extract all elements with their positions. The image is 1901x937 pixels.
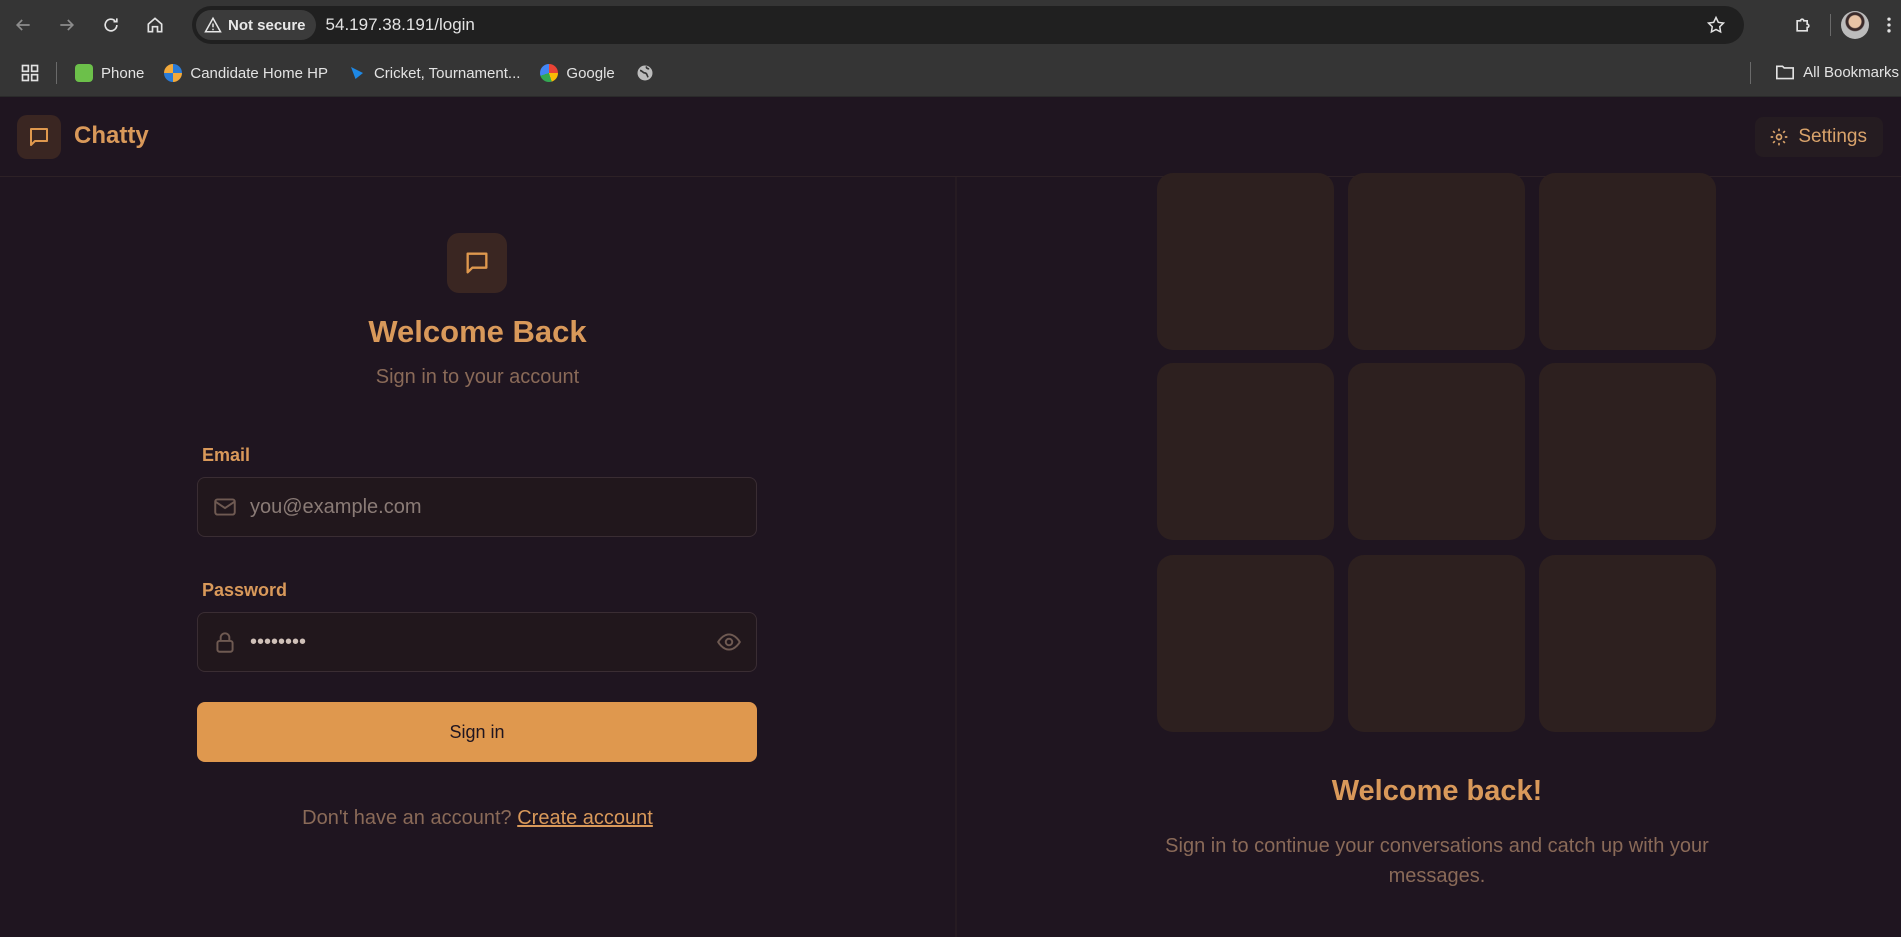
- cricket-favicon-icon: [350, 67, 363, 79]
- hero-badge: [447, 233, 507, 293]
- lock-icon: [216, 632, 234, 653]
- password-input[interactable]: [248, 613, 712, 671]
- security-chip[interactable]: Not secure: [196, 10, 316, 40]
- login-subtitle: Sign in to your account: [375, 366, 580, 388]
- google-favicon-icon: [540, 64, 559, 82]
- back-button[interactable]: [6, 8, 40, 42]
- promo-panel: Welcome back! Sign in to continue your c…: [957, 173, 1901, 937]
- app-header: Chatty Settings: [0, 97, 1901, 177]
- home-button[interactable]: [138, 8, 172, 42]
- bookmarks-right-divider: [1750, 62, 1751, 84]
- gear-icon: [1771, 128, 1788, 146]
- promo-title: Welcome back!: [1331, 775, 1543, 807]
- signup-row: Don't have an account? Create account: [0, 807, 955, 830]
- folder-icon: [1776, 65, 1795, 80]
- toolbar-right: [1786, 8, 1901, 42]
- bookmark-label: Google: [566, 64, 615, 82]
- toolbar-divider: [1830, 14, 1831, 36]
- login-title: Welcome Back: [368, 314, 587, 349]
- security-label: Not secure: [228, 16, 306, 34]
- browser-toolbar: Not secure 54.197.38.191/login: [0, 0, 1901, 50]
- globe-icon[interactable]: [635, 63, 655, 83]
- message-square-icon: [30, 128, 48, 146]
- mail-icon: [214, 498, 236, 516]
- arrow-right-icon: [60, 19, 75, 31]
- arrow-left-icon: [15, 19, 30, 31]
- more-vert-icon: [1887, 17, 1891, 33]
- home-icon: [147, 17, 163, 33]
- settings-label: Settings: [1798, 126, 1867, 147]
- sign-in-button[interactable]: Sign in: [197, 702, 757, 762]
- puzzle-icon: [1796, 18, 1810, 32]
- pattern-tile: [1157, 173, 1334, 350]
- settings-button[interactable]: Settings: [1755, 117, 1883, 157]
- pattern-tile: [1157, 555, 1334, 732]
- password-label: Password: [202, 580, 288, 600]
- pattern-tile: [1157, 363, 1334, 540]
- apps-grid-icon[interactable]: [20, 63, 40, 83]
- bookmark-label: Cricket, Tournament...: [373, 64, 521, 82]
- bookmark-candidate-home[interactable]: Candidate Home HP: [164, 64, 328, 82]
- extensions-button[interactable]: [1786, 8, 1820, 42]
- login-panel: Welcome Back Sign in to your account Ema…: [0, 177, 955, 937]
- all-bookmarks-label: All Bookmarks: [1803, 63, 1899, 81]
- profile-avatar[interactable]: [1841, 11, 1869, 39]
- pattern-tile: [1348, 555, 1525, 732]
- create-account-link[interactable]: Create account: [517, 807, 653, 829]
- pattern-tile: [1539, 555, 1716, 732]
- email-input[interactable]: [248, 478, 712, 536]
- pattern-tile: [1348, 363, 1525, 540]
- all-bookmarks[interactable]: All Bookmarks: [1775, 63, 1899, 81]
- address-bar[interactable]: Not secure 54.197.38.191/login: [192, 6, 1744, 44]
- eye-icon[interactable]: [716, 630, 742, 654]
- pattern-tile: [1539, 173, 1716, 350]
- bookmarks-bar: Phone Candidate Home HP Cricket, Tournam…: [0, 50, 1901, 97]
- bookmarks-divider: [56, 62, 57, 84]
- bookmark-google[interactable]: Google: [540, 64, 615, 82]
- brand-name[interactable]: Chatty: [74, 122, 149, 150]
- bookmark-phone[interactable]: Phone: [75, 64, 144, 82]
- forward-button[interactable]: [50, 8, 84, 42]
- reload-button[interactable]: [94, 8, 128, 42]
- signup-prompt: Don't have an account?: [302, 807, 512, 829]
- bookmark-label: Phone: [101, 64, 145, 82]
- bookmark-cricket[interactable]: Cricket, Tournament...: [348, 64, 520, 82]
- pattern-tile: [1348, 173, 1525, 350]
- menu-button[interactable]: [1877, 8, 1901, 42]
- email-label: Email: [202, 445, 251, 465]
- phone-favicon-icon: [75, 64, 93, 82]
- logo-badge[interactable]: [17, 115, 61, 159]
- warning-icon: [204, 16, 222, 33]
- promo-text: Sign in to continue your conversations a…: [1165, 835, 1709, 887]
- url-text[interactable]: 54.197.38.191/login: [326, 15, 475, 35]
- candidate-favicon-icon: [164, 64, 183, 82]
- bookmark-label: Candidate Home HP: [190, 64, 328, 82]
- message-square-icon: [466, 252, 488, 274]
- pattern-tile: [1539, 363, 1716, 540]
- password-field[interactable]: [197, 612, 757, 672]
- star-icon[interactable]: [1706, 15, 1726, 35]
- reload-icon: [104, 18, 118, 32]
- email-field[interactable]: [197, 477, 757, 537]
